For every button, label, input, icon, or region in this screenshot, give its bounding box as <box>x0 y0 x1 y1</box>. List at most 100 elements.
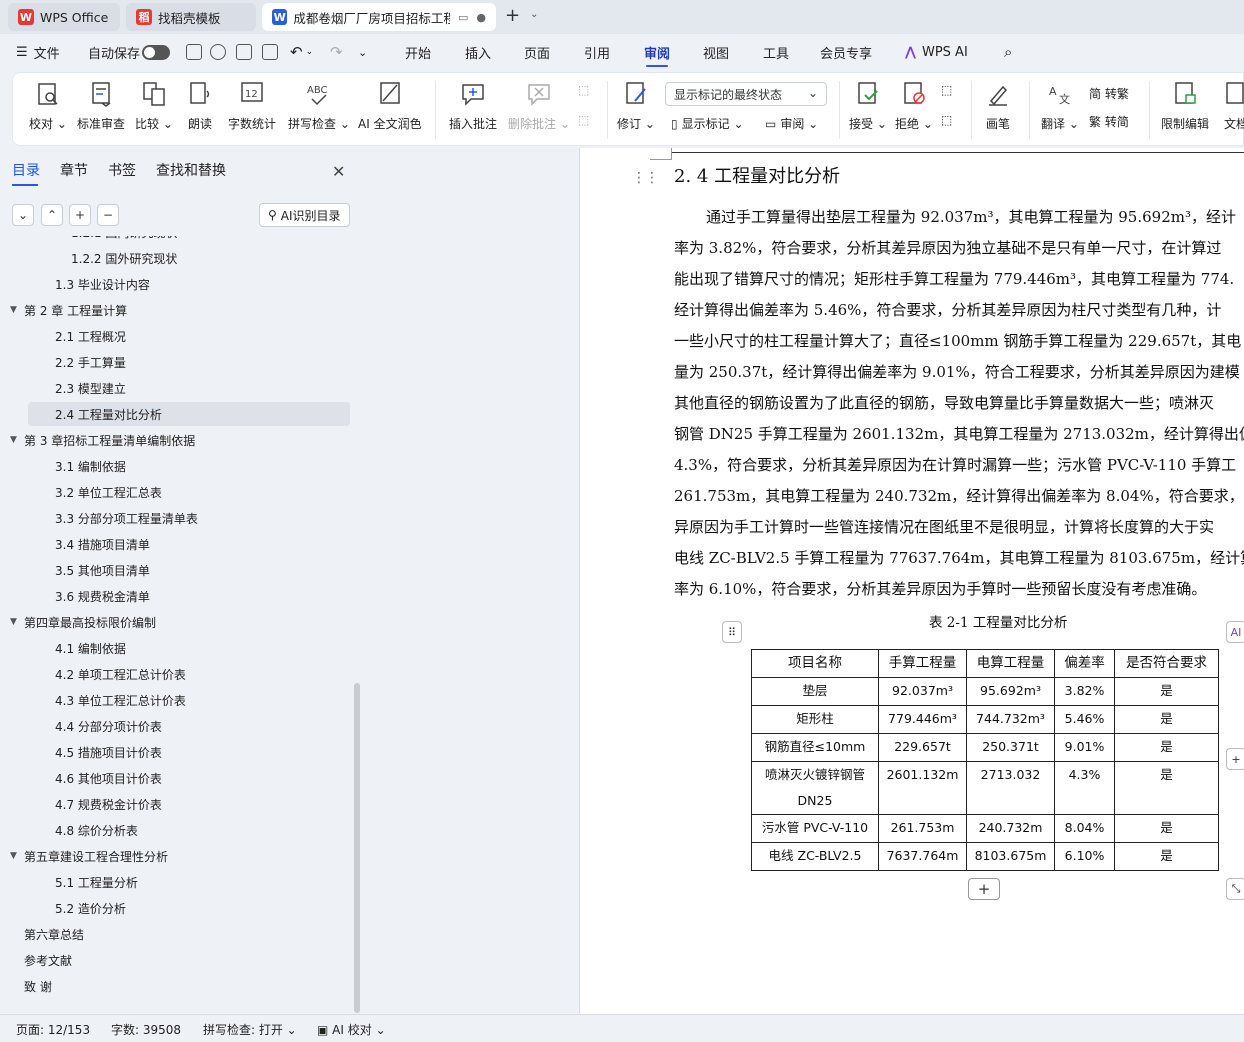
toc-item[interactable]: 1.2.1 国内研究现状 <box>0 236 352 244</box>
insert-comment-button[interactable]: 插入批注 <box>449 79 497 132</box>
print-icon[interactable] <box>236 44 252 60</box>
more-chevron-icon[interactable]: ⌄ <box>358 34 367 70</box>
markup-state-dropdown[interactable]: 显示标记的最终状态 ⌄ <box>665 82 827 106</box>
table-resize-icon[interactable]: ⤡ <box>1226 878 1244 900</box>
tab-document[interactable]: W 成都卷烟厂厂房项目招标工程 ▭ ● <box>262 3 496 31</box>
caret-down-icon[interactable]: ▼ <box>10 305 24 315</box>
spell-check-status[interactable]: 拼写检查: 打开 ⌄ <box>203 1021 297 1038</box>
caret-down-icon[interactable]: ▼ <box>10 435 24 445</box>
autosave-toggle[interactable] <box>142 34 170 70</box>
toc-item[interactable]: 4.5 措施项目计价表 <box>0 740 352 764</box>
nav-tab-chapters[interactable]: 章节 <box>60 160 88 186</box>
menu-member[interactable]: 会员专享 <box>820 34 872 70</box>
next-change-icon[interactable]: ⬚ <box>941 113 952 127</box>
close-icon[interactable]: ✕ <box>332 162 345 181</box>
chevron-down-icon[interactable]: ⌄ <box>530 9 538 20</box>
unsaved-dot-icon[interactable]: ● <box>476 11 486 24</box>
toc-item[interactable]: 1.3 毕业设计内容 <box>0 272 352 296</box>
search-icon[interactable]: ⌕ <box>1004 34 1012 70</box>
read-aloud-button[interactable]: 朗读 <box>187 79 213 132</box>
caret-down-icon[interactable]: ▼ <box>10 851 24 861</box>
monitor-icon[interactable]: ▭ <box>458 11 468 24</box>
nav-tab-find-replace[interactable]: 查找和替换 <box>156 160 226 186</box>
toc-item[interactable]: 3.4 措施项目清单 <box>0 532 352 556</box>
toc-item[interactable]: 4.3 单位工程汇总计价表 <box>0 688 352 712</box>
word-count-button[interactable]: 12 字数统计 <box>228 79 276 132</box>
toc-item[interactable]: 2.4 工程量对比分析 <box>28 402 350 426</box>
translate-button[interactable]: A文 翻译 ⌄ <box>1041 79 1079 132</box>
toc-item[interactable]: ▼ 第四章最高投标限价编制 <box>0 610 352 634</box>
standard-review-button[interactable]: 标准审查 <box>77 79 125 132</box>
menu-tools[interactable]: 工具 <box>763 34 789 70</box>
wps-ai-menu[interactable]: ⋀ WPS AI <box>905 34 968 70</box>
pen-button[interactable]: 画笔 <box>985 79 1011 132</box>
toc-item[interactable]: 1.2.2 国外研究现状 <box>0 246 352 270</box>
page-indicator[interactable]: 页面: 12/153 <box>16 1021 90 1038</box>
toc-item[interactable]: 3.3 分部分项工程量清单表 <box>0 506 352 530</box>
add-heading-icon[interactable]: + <box>69 204 91 226</box>
toc-item[interactable]: 4.8 综价分析表 <box>0 818 352 842</box>
undo-icon[interactable]: ↶ ⌄ <box>290 34 313 70</box>
file-menu[interactable]: ☰ 文件 <box>16 34 60 70</box>
toc-item[interactable]: 5.2 造价分析 <box>0 896 352 920</box>
nav-tab-bookmarks[interactable]: 书签 <box>108 160 136 186</box>
menu-view[interactable]: 视图 <box>703 34 729 70</box>
toc-item[interactable]: 4.7 规费税金计价表 <box>0 792 352 816</box>
proofread-button[interactable]: 校对 ⌄ <box>29 79 67 132</box>
toc-item[interactable]: 2.1 工程概况 <box>0 324 352 348</box>
next-comment-icon[interactable]: ⬚ <box>578 113 589 127</box>
tab-docer-templates[interactable]: 稻 找稻壳模板 <box>126 3 256 31</box>
word-count-indicator[interactable]: 字数: 39508 <box>111 1021 181 1038</box>
toc-item[interactable]: 4.1 编制依据 <box>0 636 352 660</box>
doc-rights-button[interactable]: 文档 <box>1223 79 1244 132</box>
prev-change-icon[interactable]: ⬚ <box>941 83 952 97</box>
toc-item[interactable]: 4.6 其他项目计价表 <box>0 766 352 790</box>
spell-check-button[interactable]: ABC 拼写检查 ⌄ <box>288 79 350 132</box>
toc-item[interactable]: 2.3 模型建立 <box>0 376 352 400</box>
expand-up-icon[interactable]: ⌃ <box>41 204 63 226</box>
toc-item[interactable]: 3.5 其他项目清单 <box>0 558 352 582</box>
compare-button[interactable]: 比较 ⌄ <box>135 79 173 132</box>
to-traditional-button[interactable]: 简 转繁 <box>1089 85 1129 102</box>
nav-tab-toc[interactable]: 目录 <box>12 160 40 186</box>
toc-item[interactable]: 4.4 分部分项计价表 <box>0 714 352 738</box>
share-icon[interactable] <box>210 44 226 60</box>
toc-item[interactable]: ▼ 第 3 章招标工程量清单编制依据 <box>0 428 352 452</box>
ai-polish-button[interactable]: AI 全文润色 <box>358 79 422 132</box>
print-preview-icon[interactable] <box>262 44 278 60</box>
toc-item[interactable]: 2.2 手工算量 <box>0 350 352 374</box>
collapse-all-icon[interactable]: ⌄ <box>12 204 34 226</box>
ai-toc-button[interactable]: ⚲ AI识别目录 <box>259 203 350 227</box>
toc-item[interactable]: ▼ 第 2 章 工程量计算 <box>0 298 352 322</box>
show-markup-button[interactable]: ▯ 显示标记 ⌄ <box>671 115 744 132</box>
accept-button[interactable]: 接受 ⌄ <box>849 79 887 132</box>
ai-check-status[interactable]: ▣ AI 校对 ⌄ <box>317 1021 386 1038</box>
add-row-button[interactable]: + <box>968 878 1000 900</box>
add-column-icon[interactable]: + <box>1226 748 1244 770</box>
tab-wps-office[interactable]: W WPS Office <box>8 3 120 31</box>
delete-comment-button[interactable]: 删除批注 ⌄ <box>508 79 570 132</box>
toc-item[interactable]: 3.6 规费税金清单 <box>0 584 352 608</box>
ai-badge[interactable]: AI <box>1226 621 1244 643</box>
new-tab-plus-icon[interactable]: + <box>505 5 520 26</box>
to-simplified-button[interactable]: 繁 转简 <box>1089 113 1129 130</box>
toc-item[interactable]: 致 谢 <box>0 974 352 998</box>
save-icon[interactable] <box>186 44 202 60</box>
caret-down-icon[interactable]: ▼ <box>10 617 24 627</box>
menu-page[interactable]: 页面 <box>524 34 550 70</box>
track-changes-button[interactable]: 修订 ⌄ <box>617 79 655 132</box>
toc-scrollbar[interactable] <box>354 683 360 1013</box>
menu-review[interactable]: 审阅 <box>644 34 670 70</box>
toc-item[interactable]: 参考文献 <box>0 948 352 972</box>
prev-comment-icon[interactable]: ⬚ <box>578 83 589 97</box>
toc-item[interactable]: 3.2 单位工程汇总表 <box>0 480 352 504</box>
drag-handle-icon[interactable]: ⋮⋮ <box>632 170 659 186</box>
menu-references[interactable]: 引用 <box>584 34 610 70</box>
reject-button[interactable]: 拒绝 ⌄ <box>895 79 933 132</box>
restrict-edit-button[interactable]: 限制编辑 <box>1161 79 1209 132</box>
toc-item[interactable]: 第六章总结 <box>0 922 352 946</box>
redo-icon[interactable]: ↷ <box>330 34 343 70</box>
menu-insert[interactable]: 插入 <box>465 34 491 70</box>
table-handle-icon[interactable]: ⠿ <box>722 621 742 643</box>
review-pane-button[interactable]: ▭ 审阅 ⌄ <box>765 115 818 132</box>
